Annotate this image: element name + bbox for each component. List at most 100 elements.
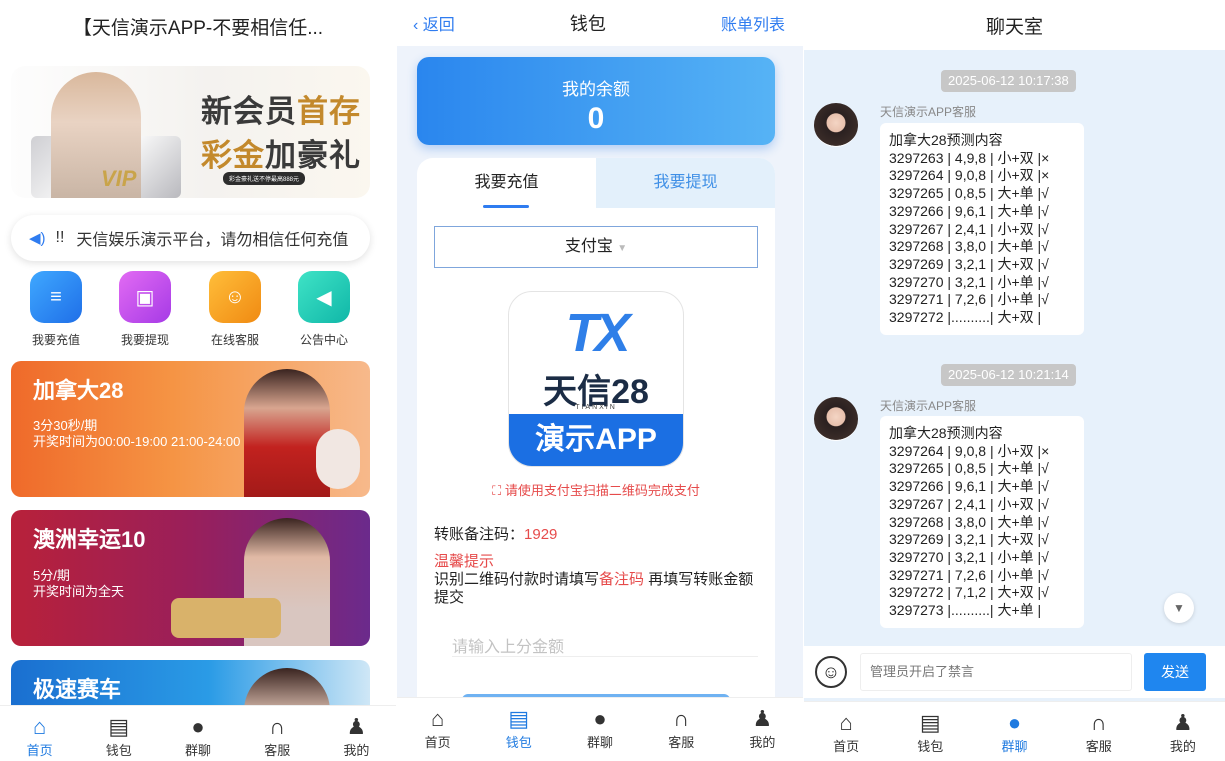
message-input[interactable]: 管理员开启了禁言 [860,653,1132,691]
home-icon: ⌂ [430,706,445,731]
tab-label: 客服 [668,735,695,750]
banner-text-d: 加豪礼 [265,138,361,174]
back-button[interactable]: ‹ 返回 [413,11,455,35]
reference-label: 转账备注码： [434,526,525,543]
tab-home[interactable]: ⌂ 首页 [0,706,79,761]
notice-marquee[interactable]: ◀) !! 天信娱乐演示平台，请勿相信任何充值 [11,215,370,261]
emoji-icon[interactable]: ☺ [815,656,847,688]
deposit-icon: ≡ [30,271,82,323]
withdraw-shortcut[interactable]: ▣ 我要提现 [115,271,175,348]
message-bubble: 加拿大28预测内容 3297264 | 9,0,8 | 小+双 |× 32972… [880,416,1084,628]
logo-app-label: 演示APP [509,414,683,466]
payment-tabs: 我要充值 我要提现 [417,158,775,208]
tab-label: 钱包 [917,739,944,754]
tab-label: 客服 [264,743,291,758]
chat-title: 聊天室 [804,0,1225,50]
sender-name: 天信演示APP客服 [880,399,977,413]
avatar[interactable] [814,397,858,441]
tab-label: 钱包 [505,735,532,750]
caret-down-icon: ▼ [617,243,628,254]
message-line: 3297264 | 9,0,8 | 小+双 |× [889,442,1050,459]
tab-home[interactable]: ⌂ 首页 [397,698,478,761]
chat-panel: 聊天室 2025-06-12 10:17:38 天信演示APP客服 加拿大28预… [804,0,1225,761]
caret-down-icon: ▼ [1173,601,1185,615]
notice-prefix: !! [55,229,65,246]
message-line: 3297271 | 7,2,6 | 小+单 |√ [889,291,1049,308]
shortcut-label: 公告中心 [299,333,348,347]
wallet-panel: ‹ 返回 钱包 账单列表 我的余额 0 我要充值 我要提现 支付宝 ▼ TX 天… [397,0,803,761]
page-title: 【天信演示APP-不要相信任... [0,0,396,52]
tab-home[interactable]: ⌂ 首页 [804,702,888,761]
vip-text: VIP [101,166,137,191]
tab-profile[interactable]: ♟ 我的 [1141,702,1225,761]
amount-input[interactable]: 请输入上分金额 [452,633,564,657]
bill-list-link[interactable]: 账单列表 [721,11,785,35]
wallet-icon: ▤ [108,714,130,739]
support-shortcut[interactable]: ☺ 在线客服 [205,271,265,348]
tab-label: 钱包 [105,743,132,758]
game-card-canada28[interactable]: 加拿大28 3分30秒/期 开奖时间为00:00-19:00 21:00-24:… [11,361,370,497]
deposit-shortcut[interactable]: ≡ 我要充值 [26,271,86,348]
banner-subtitle: 彩金豪礼送不停最高888元 [223,172,306,185]
message-line: 3297269 | 3,2,1 | 大+双 |√ [889,531,1049,548]
tab-group-chat[interactable]: ● 群聊 [158,706,237,761]
message-line: 3297266 | 9,6,1 | 大+单 |√ [889,202,1049,219]
tab-wallet[interactable]: ▤ 钱包 [79,706,158,761]
tab-group-chat[interactable]: ● 群聊 [559,698,640,761]
warm-tip: 温馨提示 识别二维码付款时请填写备注码 再填写转账金额提交 [434,553,762,607]
shortcut-label: 我要提现 [120,333,169,347]
tip-highlight: 备注码 [599,571,645,588]
promo-banner[interactable]: VIP 新会员首存 彩金加豪礼 彩金豪礼送不停最高888元 [11,66,370,198]
avatar[interactable] [814,103,858,147]
rabbit-mascot-icon [316,429,360,489]
balance-card: 我的余额 0 [417,57,775,145]
game-card-aus10[interactable]: 澳洲幸运10 5分/期 开奖时间为全天 [11,510,370,646]
chevron-left-icon: ‹ [413,17,423,34]
tab-support[interactable]: ∩ 客服 [641,698,722,761]
home-icon: ⌂ [839,710,853,735]
chat-icon: ● [1007,710,1022,735]
tab-wallet[interactable]: ▤ 钱包 [888,702,972,761]
payment-method-value: 支付宝 [564,238,613,255]
payment-card: 我要充值 我要提现 支付宝 ▼ TX 天信28 TIANXIN 演示APP ⛶ … [417,158,775,718]
message-line: 3297266 | 9,6,1 | 大+单 |√ [889,478,1049,495]
tab-withdraw[interactable]: 我要提现 [596,158,775,208]
announcement-shortcut[interactable]: ◀ 公告中心 [294,271,354,348]
tab-wallet[interactable]: ▤ 钱包 [478,698,559,761]
scroll-down-button[interactable]: ▼ [1164,593,1194,623]
message-line: 加拿大28预测内容 [889,425,1003,441]
amount-underline [452,656,758,657]
bottom-tabbar: ⌂ 首页 ▤ 钱包 ● 群聊 ∩ 客服 ♟ 我的 [397,697,803,761]
tab-support[interactable]: ∩ 客服 [238,706,317,761]
message-line: 3297265 | 0,8,5 | 大+单 |√ [889,460,1049,477]
game-schedule: 开奖时间为全天 [33,584,125,599]
payment-method-select[interactable]: 支付宝 ▼ [434,226,758,268]
tab-profile[interactable]: ♟ 我的 [317,706,396,761]
tab-label: 群聊 [1001,739,1028,754]
tab-deposit[interactable]: 我要充值 [417,158,596,208]
send-button[interactable]: 发送 [1144,653,1206,691]
megaphone-icon: ◀ [298,271,350,323]
user-icon: ♟ [752,706,773,731]
headset-icon: ∩ [1090,710,1107,735]
tab-profile[interactable]: ♟ 我的 [722,698,803,761]
message-line: 3297267 | 2,4,1 | 小+双 |√ [889,220,1049,237]
message-line: 3297273 |..........| 大+单 | [889,602,1042,619]
tab-support[interactable]: ∩ 客服 [1057,702,1141,761]
tab-label: 客服 [1085,739,1112,754]
tab-group-chat[interactable]: ● 群聊 [972,702,1056,761]
ship-image [171,598,281,638]
wallet-icon: ▤ [508,706,530,731]
logo-english: TIANXIN [575,404,617,411]
tab-label: 群聊 [587,735,614,750]
message-line: 3297272 |..........| 大+双 | [889,309,1042,326]
message-line: 3297269 | 3,2,1 | 大+双 |√ [889,255,1049,272]
message-line: 3297267 | 2,4,1 | 小+双 |√ [889,495,1049,512]
sender-name: 天信演示APP客服 [880,105,977,119]
reference-value: 1929 [524,526,558,543]
tab-label: 首页 [26,743,53,758]
user-icon: ♟ [1173,710,1193,735]
scan-hint-text: 请使用支付宝扫描二维码完成支付 [504,483,700,498]
message-line: 3297268 | 3,8,0 | 大+单 |√ [889,513,1049,530]
banner-text-a: 新会员 [201,94,297,130]
